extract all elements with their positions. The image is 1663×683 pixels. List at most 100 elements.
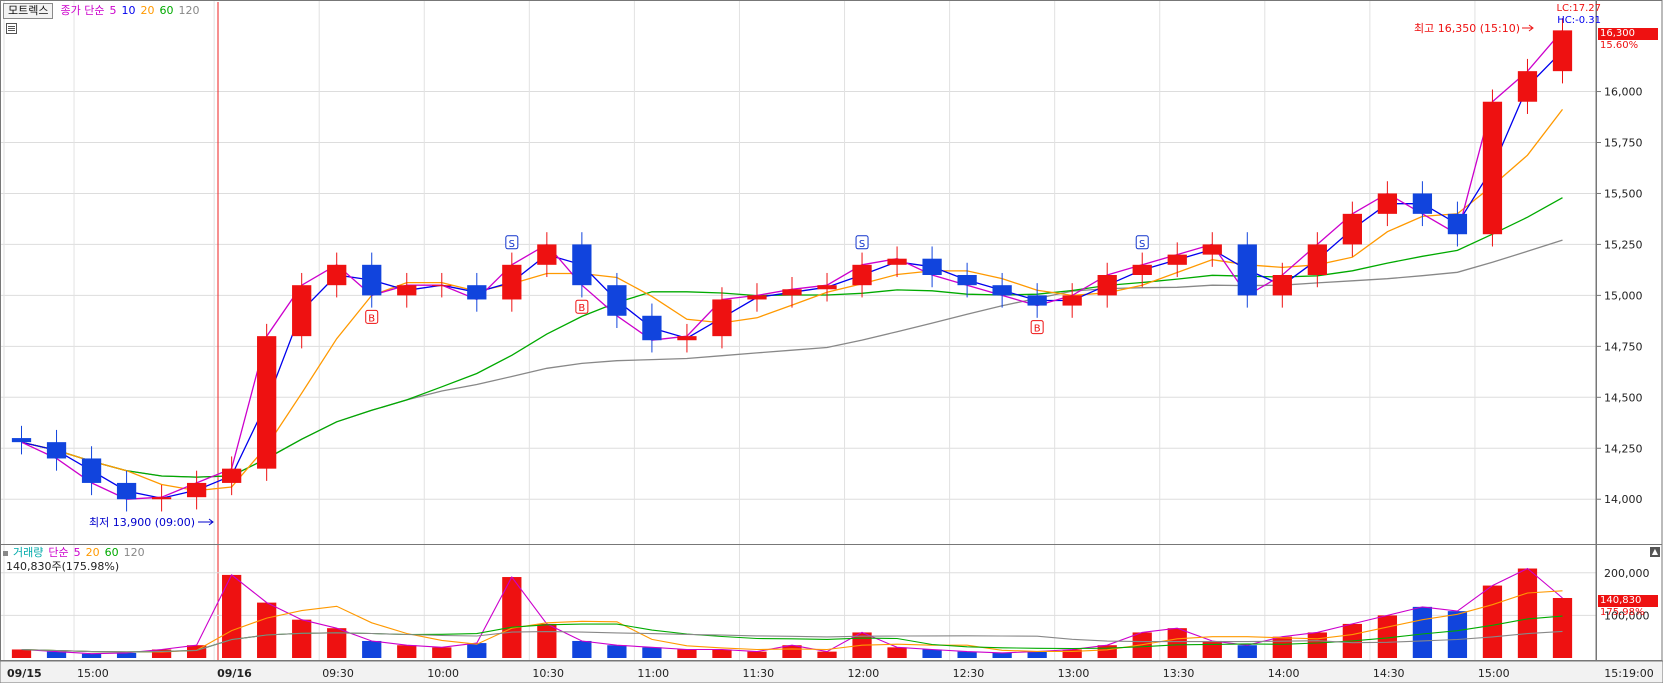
ma-period-20[interactable]: 20 [140, 4, 154, 18]
candle-body[interactable] [1167, 254, 1187, 265]
volume-bar[interactable] [1517, 568, 1538, 658]
volume-bar[interactable] [186, 645, 207, 658]
volume-bar[interactable] [1447, 611, 1468, 658]
candle-body[interactable] [887, 258, 907, 265]
candle-body[interactable] [467, 285, 487, 300]
volume-bar[interactable] [11, 649, 32, 658]
ma-period-10[interactable]: 10 [121, 4, 135, 18]
candle-body[interactable] [1412, 193, 1433, 214]
candle-body[interactable] [292, 285, 312, 337]
volume-bar[interactable] [1167, 628, 1187, 658]
volume-bar[interactable] [1237, 645, 1257, 658]
volume-bar[interactable] [957, 651, 977, 658]
candle-body[interactable] [817, 285, 837, 290]
candle-body[interactable] [992, 285, 1012, 296]
volume-bar[interactable] [817, 651, 837, 658]
maximize-icon[interactable]: ▲ [1650, 547, 1660, 557]
price-legend-title[interactable]: 종가 단순 [60, 4, 104, 18]
volume-bar[interactable] [1307, 632, 1327, 658]
candle-body[interactable] [11, 438, 32, 443]
vol-ma-period-20[interactable]: 20 [86, 546, 100, 560]
candle-body[interactable] [1482, 101, 1503, 235]
candle-body[interactable] [1517, 71, 1538, 102]
volume-bar[interactable] [81, 653, 102, 658]
volume-bar[interactable] [362, 640, 382, 658]
volume-bar[interactable] [397, 645, 417, 658]
volume-bar[interactable] [747, 651, 767, 658]
candle-body[interactable] [642, 315, 662, 341]
volume-bar[interactable] [1027, 651, 1047, 658]
symbol-name[interactable]: 모트렉스 [3, 3, 54, 19]
ma-period-5[interactable]: 5 [109, 4, 116, 18]
candle-body[interactable] [572, 244, 592, 286]
candle-body[interactable] [327, 264, 347, 286]
volume-bar[interactable] [1412, 606, 1433, 658]
candle-body[interactable] [432, 285, 452, 287]
volume-bar[interactable] [1202, 640, 1222, 658]
candle-body[interactable] [922, 258, 942, 275]
candle-body[interactable] [151, 497, 172, 500]
candle-body[interactable] [81, 458, 102, 483]
candle-body[interactable] [747, 295, 767, 300]
candle-body[interactable] [1097, 275, 1117, 296]
volume-bar[interactable] [677, 649, 697, 658]
vol-ma-period-120[interactable]: 120 [124, 546, 145, 560]
volume-bar[interactable] [887, 647, 907, 658]
volume-bar[interactable] [116, 652, 137, 658]
vol-ma-period-60[interactable]: 60 [105, 546, 119, 560]
volume-bar[interactable] [1272, 636, 1292, 658]
candle-body[interactable] [1342, 213, 1362, 245]
candle-body[interactable] [1027, 295, 1047, 306]
candle-body[interactable] [1377, 193, 1398, 214]
volume-bar[interactable] [292, 619, 312, 658]
candle-body[interactable] [502, 264, 522, 300]
candle-body[interactable] [1447, 213, 1468, 235]
candle-body[interactable] [116, 482, 137, 500]
candle-body[interactable] [1062, 295, 1082, 306]
volume-bar[interactable] [712, 649, 732, 658]
volume-bar[interactable] [922, 649, 942, 658]
candle-body[interactable] [222, 468, 242, 483]
candle-body[interactable] [1132, 264, 1152, 275]
vol-ma-period-5[interactable]: 5 [74, 546, 81, 560]
candle-body[interactable] [1237, 244, 1257, 296]
candle-body[interactable] [957, 275, 977, 286]
candle-body[interactable] [712, 299, 732, 337]
volume-bar[interactable] [642, 647, 662, 658]
ma-period-60[interactable]: 60 [159, 4, 173, 18]
volume-bar[interactable] [537, 623, 557, 658]
volume-bar[interactable] [1552, 597, 1573, 658]
ma-period-120[interactable]: 120 [178, 4, 199, 18]
table-icon[interactable] [6, 23, 17, 34]
volume-bar[interactable] [432, 647, 452, 658]
volume-bar[interactable] [467, 643, 487, 658]
candle-body[interactable] [1202, 244, 1222, 255]
candle-body[interactable] [1552, 30, 1573, 72]
candle-body[interactable] [1307, 244, 1327, 275]
candle-body[interactable] [852, 264, 872, 286]
candle-body[interactable] [782, 289, 802, 296]
volume-bar[interactable] [572, 640, 592, 658]
volume-bar[interactable] [46, 651, 67, 658]
candle-body[interactable] [186, 482, 207, 498]
volume-legend-ma[interactable]: 단순 [48, 546, 68, 560]
candle-body[interactable] [607, 285, 627, 316]
candle-body[interactable] [677, 336, 697, 341]
candle-body[interactable] [46, 442, 67, 459]
candle-body[interactable] [257, 336, 277, 469]
candle-body[interactable] [537, 244, 557, 265]
volume-tick-label: 200,000 [1604, 567, 1650, 580]
volume-bar[interactable] [992, 652, 1012, 658]
volume-bar[interactable] [257, 602, 277, 658]
volume-bar[interactable] [1097, 645, 1117, 658]
volume-bar[interactable] [607, 645, 627, 658]
volume-bar[interactable] [782, 645, 802, 658]
candle-body[interactable] [397, 285, 417, 296]
volume-bar[interactable] [1482, 585, 1503, 658]
hc-label: HC:-0.31 [1557, 15, 1601, 26]
volume-legend-title[interactable]: 거래량 [13, 546, 43, 560]
candle-body[interactable] [1272, 275, 1292, 296]
candle-body[interactable] [362, 264, 382, 296]
current-volume-chip: 140,830 [1598, 595, 1658, 607]
high-price-label: 최고 16,350 (15:10) [1414, 22, 1520, 35]
